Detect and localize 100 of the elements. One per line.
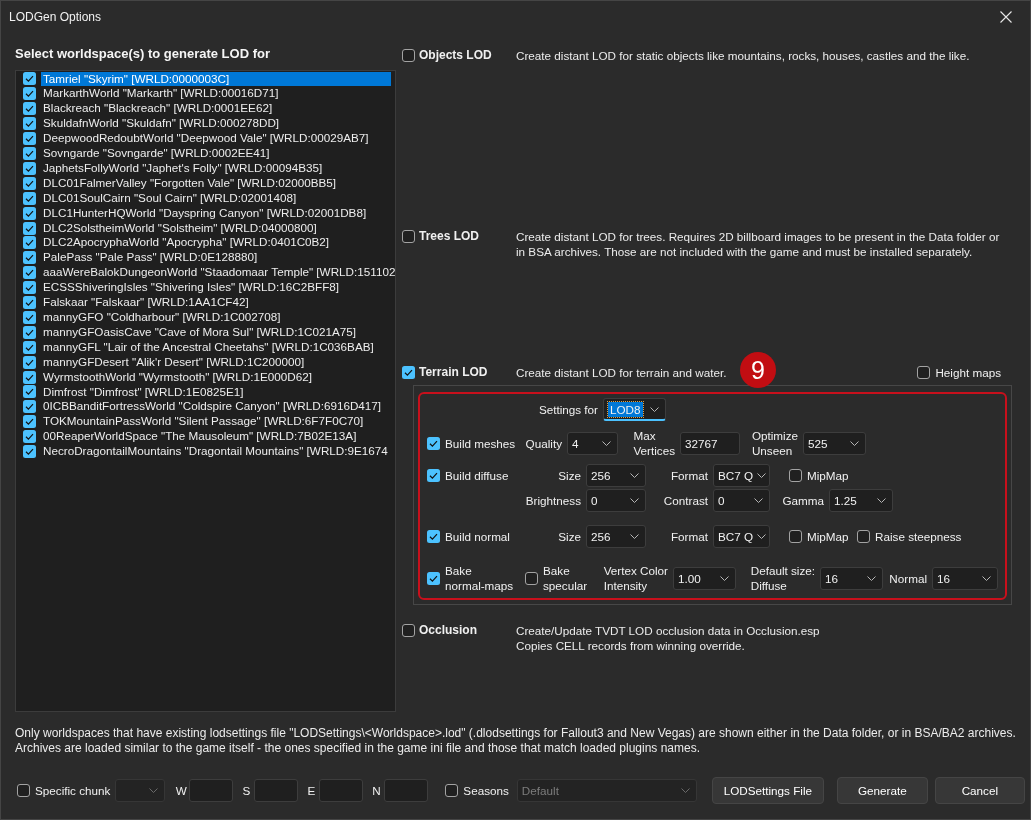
list-item[interactable]: DeepwoodRedoubtWorld "Deepwood Vale" [WRLD:00029AB7]: [41, 131, 391, 147]
list-item[interactable]: Sovngarde "Sovngarde" [WRLD:0002EE41]: [41, 146, 391, 161]
text-field[interactable]: [384, 779, 429, 802]
dropdown[interactable]: 4: [567, 431, 618, 455]
list-heading: Select worldspace(s) to generate LOD for: [15, 45, 270, 63]
checkbox-icon[interactable]: [23, 102, 36, 116]
checkbox-icon[interactable]: [23, 296, 36, 310]
checkbox[interactable]: Build diffuse: [427, 467, 509, 483]
checkbox[interactable]: Terrain LOD: [402, 364, 488, 380]
dropdown[interactable]: LOD8: [603, 398, 666, 421]
checkbox[interactable]: Bake specular: [525, 563, 588, 593]
close-icon: [1000, 10, 1012, 23]
checkbox-icon[interactable]: [23, 206, 36, 220]
list-item[interactable]: JaphetsFollyWorld "Japhet's Folly" [WRLD:00094B35]: [41, 160, 391, 176]
list-item[interactable]: DLC2SolstheimWorld "Solstheim" [WRLD:04000800]: [41, 220, 391, 236]
dropdown[interactable]: 16: [932, 566, 998, 590]
list-item[interactable]: DLC01SoulCairn "Soul Cairn" [WRLD:02001408]: [41, 190, 391, 206]
list-item[interactable]: TOKMountainPassWorld "Silent Passage" [WRLD:6F7F0C70]: [41, 414, 391, 430]
checkbox[interactable]: Build normal: [427, 528, 510, 544]
chevron-down-icon: [630, 472, 639, 478]
checkbox-icon[interactable]: [23, 310, 36, 324]
checkbox-icon[interactable]: [23, 132, 36, 146]
dropdown[interactable]: BC7 Q: [713, 524, 770, 548]
list-item[interactable]: ECSSShiveringIsles "Shivering Isles" [WRLD:16C2BFF8]: [41, 280, 391, 296]
chevron-down-icon: [982, 575, 991, 581]
checkbox[interactable]: Raise steepness: [857, 528, 962, 544]
checkbox[interactable]: Height maps: [917, 364, 1001, 380]
dropdown[interactable]: 256: [586, 524, 646, 548]
checkbox-icon[interactable]: [23, 430, 36, 444]
checkbox-icon[interactable]: [23, 340, 36, 354]
checkbox-icon[interactable]: [23, 370, 36, 384]
checkbox-icon[interactable]: [23, 445, 36, 459]
checkbox[interactable]: Bake normal-maps: [427, 563, 514, 593]
checkbox-icon[interactable]: [23, 87, 36, 101]
text-field[interactable]: [319, 779, 364, 802]
field-label: Format: [671, 467, 709, 483]
text-field[interactable]: [254, 779, 299, 802]
dropdown[interactable]: 16: [820, 566, 883, 590]
dropdown[interactable]: 0: [713, 488, 770, 512]
checkbox-icon[interactable]: [23, 72, 36, 86]
checkbox[interactable]: MipMap: [789, 467, 849, 483]
action-button[interactable]: Cancel: [934, 777, 1025, 804]
checkbox-icon[interactable]: [23, 161, 36, 175]
list-item[interactable]: SkuldafnWorld "Skuldafn" [WRLD:000278DD]: [41, 116, 391, 132]
checkbox-icon[interactable]: [23, 236, 36, 250]
list-item[interactable]: WyrmstoothWorld "Wyrmstooth" [WRLD:1E000D62]: [41, 369, 391, 385]
dropdown[interactable]: 1.25: [829, 488, 893, 512]
checkbox-icon[interactable]: [23, 266, 36, 280]
list-item[interactable]: 00ReaperWorldSpace "The Mausoleum" [WRLD:7B02E13A]: [41, 429, 391, 445]
checkbox-icon[interactable]: [23, 281, 36, 295]
checkbox-icon[interactable]: [23, 251, 36, 265]
list-item[interactable]: mannyGFOasisCave "Cave of Mora Sul" [WRLD:1C021A75]: [41, 324, 391, 340]
dropdown[interactable]: 1.00: [673, 566, 736, 590]
field-label: N: [371, 784, 382, 797]
dropdown[interactable]: 0: [586, 488, 646, 512]
checkbox[interactable]: Trees LOD: [402, 228, 480, 244]
checkbox-icon[interactable]: [23, 385, 36, 399]
checkbox[interactable]: Specific chunk: [17, 782, 111, 799]
list-item[interactable]: mannyGFDesert "Alik'r Desert" [WRLD:1C200000]: [41, 354, 391, 370]
section-description: Create distant LOD for static objects like mountains, rocks, houses, castles and the like.: [516, 48, 970, 63]
list-item[interactable]: PalePass "Pale Pass" [WRLD:0E128880]: [41, 250, 391, 266]
list-item[interactable]: MarkarthWorld "Markarth" [WRLD:00016D71]: [41, 86, 391, 102]
checkbox[interactable]: Build meshes: [427, 435, 516, 451]
field-label: Format: [671, 528, 709, 544]
action-button[interactable]: LODSettings File: [711, 777, 824, 804]
list-item[interactable]: Blackreach "Blackreach" [WRLD:0001EE62]: [41, 101, 391, 117]
list-item[interactable]: DLC2ApocryphaWorld "Apocrypha" [WRLD:0401C0B2]: [41, 235, 391, 251]
field-label: Quality: [525, 435, 563, 451]
list-item[interactable]: NecroDragontailMountains "Dragontail Mountains" [WRLD:9E1674: [41, 444, 391, 460]
list-item[interactable]: mannyGFL "Lair of the Ancestral Cheetahs" [WRLD:1C036BAB]: [41, 339, 391, 355]
dropdown[interactable]: 256: [586, 463, 646, 487]
list-item[interactable]: 0ICBBanditFortressWorld "Coldspire Canyon" [WRLD:6916D417]: [41, 399, 391, 415]
text-field[interactable]: [189, 779, 234, 802]
list-item[interactable]: DLC1HunterHQWorld "Dayspring Canyon" [WRLD:02001DB8]: [41, 205, 391, 221]
field-label: Settings for: [538, 402, 599, 417]
list-item[interactable]: Tamriel "Skyrim" [WRLD:0000003C]: [41, 71, 391, 87]
list-item[interactable]: Dimfrost "Dimfrost" [WRLD:1E0825E1]: [41, 384, 391, 400]
checkbox-icon[interactable]: [23, 325, 36, 339]
checkbox[interactable]: Seasons: [445, 782, 509, 799]
checkbox-icon[interactable]: [23, 415, 36, 429]
checkbox[interactable]: Occlusion: [402, 622, 477, 638]
field-label: Default size: Diffuse: [750, 563, 816, 593]
dropdown[interactable]: 525: [803, 431, 866, 455]
checkbox-icon[interactable]: [23, 355, 36, 369]
list-item[interactable]: aaaWereBalokDungeonWorld "Staadomaar Temple" [WRLD:151102: [41, 265, 395, 281]
checkbox-icon[interactable]: [23, 147, 36, 160]
checkbox-icon[interactable]: [23, 117, 36, 131]
list-item[interactable]: Falskaar "Falskaar" [WRLD:1AA1CF42]: [41, 295, 391, 310]
checkbox-icon[interactable]: [23, 176, 36, 190]
dropdown[interactable]: BC7 Q: [713, 463, 770, 487]
field-label: W: [175, 784, 188, 797]
checkbox-icon[interactable]: [23, 400, 36, 414]
checkbox[interactable]: MipMap: [789, 528, 849, 544]
text-field[interactable]: 32767: [680, 431, 740, 455]
list-item[interactable]: DLC01FalmerValley "Forgotten Vale" [WRLD:02000BB5]: [41, 175, 391, 191]
list-item[interactable]: mannyGFO "Coldharbour" [WRLD:1C002708]: [41, 310, 391, 325]
checkbox-icon[interactable]: [23, 221, 36, 235]
checkbox-icon[interactable]: [23, 191, 36, 205]
action-button[interactable]: Generate: [836, 777, 928, 804]
checkbox[interactable]: Objects LOD: [402, 47, 492, 63]
